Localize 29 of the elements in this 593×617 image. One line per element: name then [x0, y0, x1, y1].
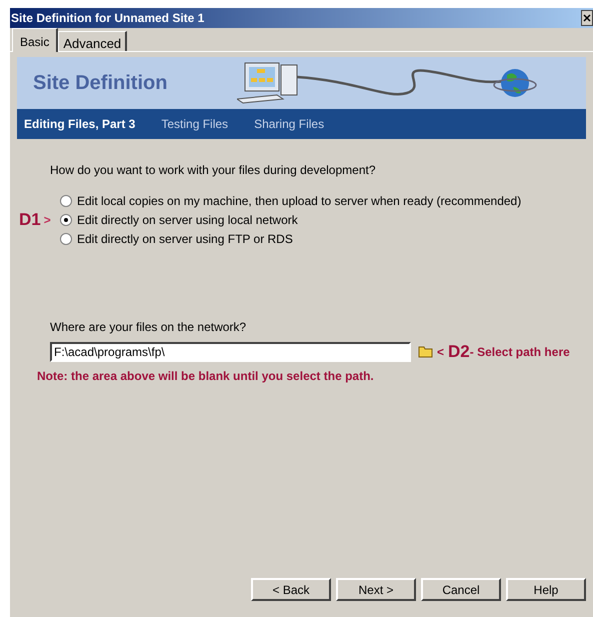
annotation-tag: D2	[448, 339, 470, 364]
folder-icon[interactable]	[418, 345, 433, 358]
step-link[interactable]: Testing Files	[161, 115, 228, 133]
path-field[interactable]: F:\acad\programs\fp\	[50, 342, 411, 362]
note-text: Note: the area above will be blank until you select the path.	[37, 368, 375, 384]
radio-label[interactable]: Edit local copies on my machine, then upload to server when ready (recommended)	[77, 192, 522, 210]
dialog-button[interactable]: Cancel	[421, 578, 501, 601]
tab[interactable]: Advanced	[58, 31, 128, 51]
radio-button[interactable]	[60, 194, 72, 206]
annotation-tag: D1	[19, 206, 41, 232]
radio-button[interactable]	[60, 232, 72, 244]
window-title: Site Definition for Unnamed Site 1	[10, 10, 204, 27]
question-text: How do you want to work with your files during development?	[50, 162, 376, 179]
banner-title: Site Definition	[32, 71, 168, 96]
tab[interactable]: Basic	[12, 28, 58, 52]
close-button[interactable]	[581, 10, 593, 26]
radio-button[interactable]	[60, 214, 72, 226]
radio-label[interactable]: Edit directly on server using FTP or RDS	[77, 230, 293, 248]
network-label: Where are your files on the network?	[50, 319, 248, 336]
annotation-pointer: >	[44, 212, 51, 228]
annotation-text: - Select path here	[470, 344, 570, 361]
close-icon	[583, 14, 591, 22]
dialog-button[interactable]: Next >	[336, 578, 416, 601]
radio-label[interactable]: Edit directly on server using local network	[77, 210, 298, 228]
step-link[interactable]: Editing Files, Part 3	[24, 115, 136, 133]
annotation-pointer: <	[437, 344, 444, 361]
dialog-button[interactable]: Help	[506, 578, 586, 601]
step-link[interactable]: Sharing Files	[254, 115, 324, 133]
dialog-button[interactable]: < Back	[251, 578, 331, 601]
